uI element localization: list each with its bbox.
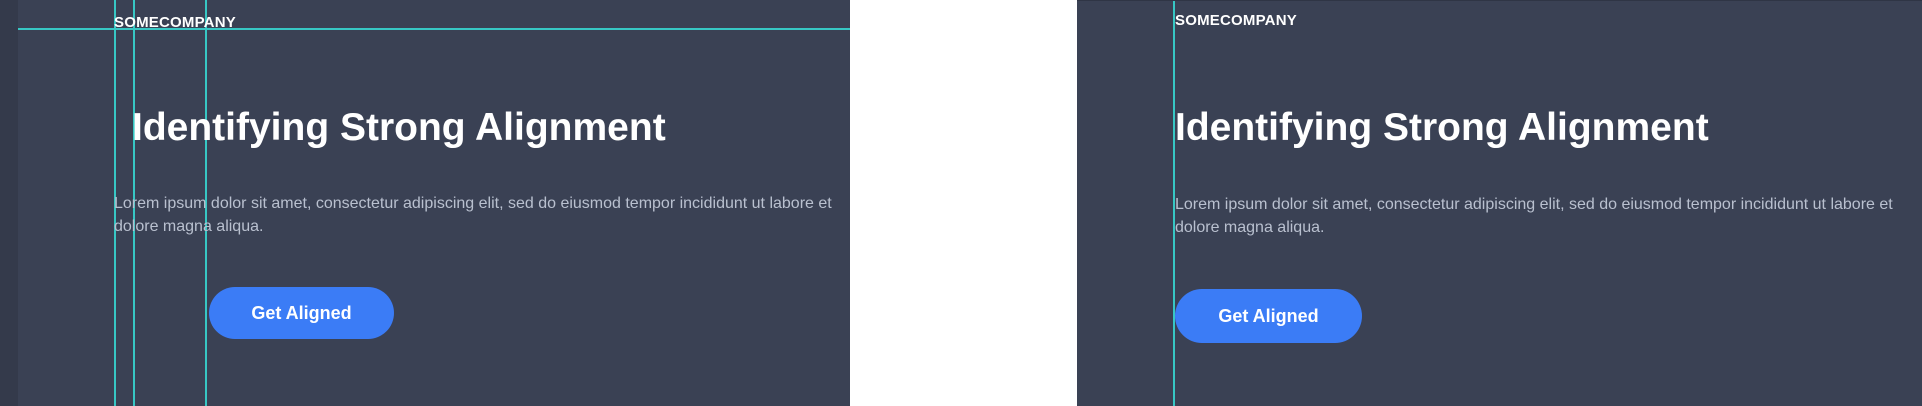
- get-aligned-button[interactable]: Get Aligned: [209, 287, 394, 339]
- right-panel-strong-alignment: SOMECOMPANY Identifying Strong Alignment…: [1077, 0, 1922, 406]
- brand-logo-text: SOMECOMPANY: [1175, 12, 1297, 29]
- page-headline: Identifying Strong Alignment: [1175, 106, 1709, 149]
- body-paragraph: Lorem ipsum dolor sit amet, consectetur …: [114, 195, 832, 235]
- brand-logo-text: SOMECOMPANY: [114, 14, 236, 31]
- get-aligned-button[interactable]: Get Aligned: [1175, 289, 1362, 343]
- page-headline: Identifying Strong Alignment: [132, 106, 666, 149]
- body-paragraph: Lorem ipsum dolor sit amet, consectetur …: [1175, 196, 1893, 236]
- left-panel-weak-alignment: SOMECOMPANY Identifying Strong Alignment…: [0, 0, 850, 406]
